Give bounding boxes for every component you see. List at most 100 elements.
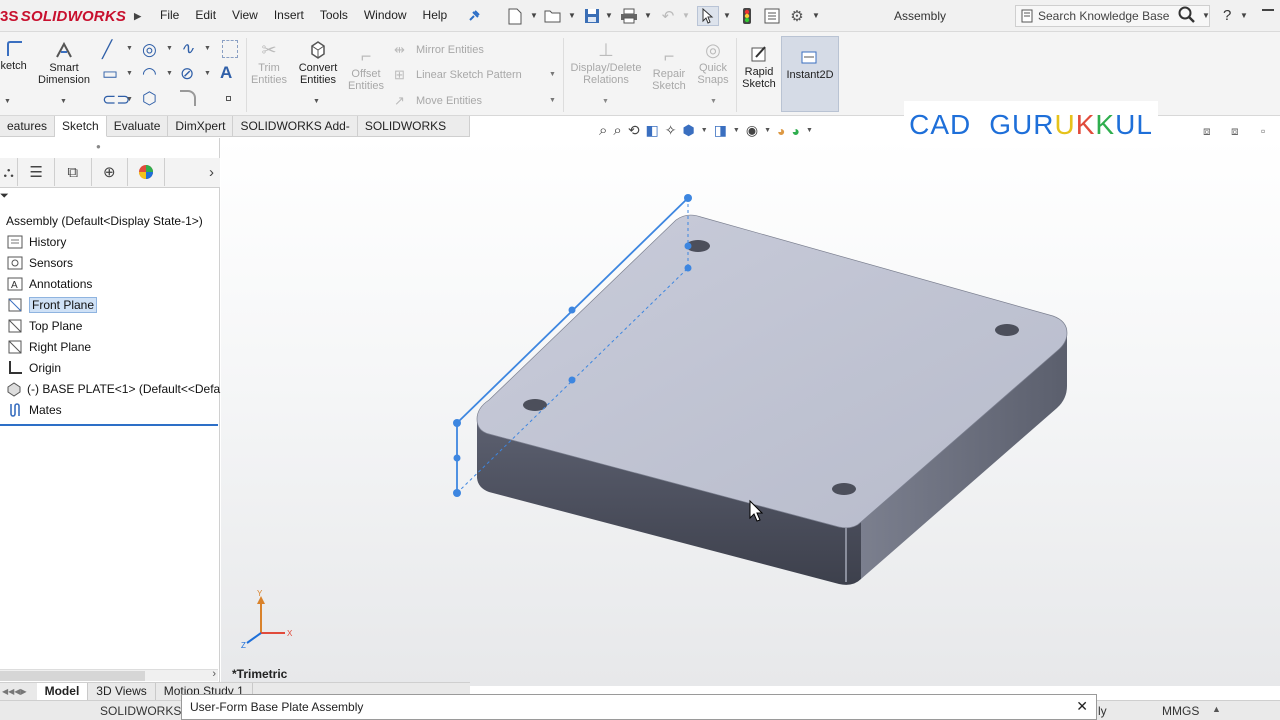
smart-dimension-button[interactable]: Smart Dimension bbox=[36, 40, 92, 86]
trim-entities-button[interactable]: ✂ Trim Entities bbox=[248, 40, 290, 86]
undo-dropdown-icon[interactable]: ▼ bbox=[682, 11, 690, 20]
spline-tool-icon[interactable]: ∿ bbox=[180, 39, 194, 59]
view-orientation-icon[interactable]: ⬢ bbox=[683, 122, 695, 139]
new-document-icon[interactable] bbox=[505, 6, 525, 26]
mirror-entities-button[interactable]: ⇹ Mirror Entities bbox=[394, 42, 484, 58]
dynamic-annotation-icon[interactable]: ✧ bbox=[665, 122, 677, 139]
property-manager-tab-icon[interactable]: ☰ bbox=[18, 158, 55, 186]
tree-item-sensors[interactable]: Sensors bbox=[0, 252, 220, 273]
model-canvas[interactable]: Y X Z bbox=[221, 138, 1280, 686]
panel-grip-icon[interactable]: ● bbox=[96, 142, 101, 151]
tab-solidworks-mbd[interactable]: SOLIDWORKS MBD bbox=[357, 116, 470, 153]
instant2d-button[interactable]: Instant2D bbox=[781, 36, 839, 112]
section-view-icon[interactable]: ◧ bbox=[646, 122, 659, 139]
menu-tools[interactable]: Tools bbox=[320, 8, 348, 22]
tree-item-top-plane[interactable]: Top Plane bbox=[0, 315, 220, 336]
tree-item-base-plate[interactable]: (-) BASE PLATE<1> (Default<<Defa bbox=[0, 378, 220, 399]
solidworks-logo[interactable]: 3S SOLIDWORKS ▶ bbox=[0, 4, 141, 28]
menu-window[interactable]: Window bbox=[364, 8, 407, 22]
user-form-window[interactable]: User-Form Base Plate Assembly ✕ bbox=[181, 694, 1097, 720]
fillet-tool-icon[interactable] bbox=[180, 90, 196, 106]
zoom-to-fit-icon[interactable]: ⌕ bbox=[599, 122, 607, 139]
menu-view[interactable]: View bbox=[232, 8, 258, 22]
text-tool-icon[interactable]: A bbox=[220, 63, 232, 83]
scrollbar-thumb[interactable] bbox=[0, 671, 145, 681]
pin-icon[interactable] bbox=[464, 6, 484, 26]
graphics-area[interactable]: ⌕ ⌕ ⟲ ◧ ✧ ⬢ ▼ ◨ ▼ ◉ ▼ ◕ ◕ ▼ ⧈ ⧈ ▫ Y X Z bbox=[221, 122, 1280, 686]
display-style-dropdown-icon[interactable]: ▼ bbox=[733, 127, 740, 134]
polygon-dropdown-icon[interactable]: ▼ bbox=[204, 70, 211, 77]
line-dropdown-icon[interactable]: ▼ bbox=[126, 45, 133, 52]
view-orientation-dropdown-icon[interactable]: ▼ bbox=[701, 127, 708, 134]
quick-snaps-dropdown-icon[interactable]: ▼ bbox=[710, 98, 717, 105]
configuration-manager-tab-icon[interactable]: ⧉ bbox=[55, 158, 92, 186]
mounting-hole-4[interactable] bbox=[832, 483, 856, 495]
tab-evaluate[interactable]: Evaluate bbox=[106, 116, 169, 137]
tab-solidworks-add-ins[interactable]: SOLIDWORKS Add-Ins bbox=[233, 116, 358, 153]
save-dropdown-icon[interactable]: ▼ bbox=[605, 11, 613, 20]
tree-item-annotations[interactable]: A Annotations bbox=[0, 273, 220, 294]
open-dropdown-icon[interactable]: ▼ bbox=[568, 11, 576, 20]
search-dropdown-icon[interactable]: ▼ bbox=[1202, 11, 1210, 20]
previous-view-icon[interactable]: ⟲ bbox=[628, 122, 640, 139]
hide-show-items-icon[interactable]: ◉ bbox=[746, 122, 758, 139]
units-dropdown-icon[interactable]: ▲ bbox=[1212, 704, 1221, 714]
options-gear-icon[interactable]: ⚙ bbox=[787, 6, 807, 26]
rectangle-dropdown-icon[interactable]: ▼ bbox=[126, 70, 133, 77]
sketch-button[interactable]: Sketch bbox=[0, 40, 32, 72]
units-indicator[interactable]: MMGS bbox=[1162, 704, 1199, 718]
relations-dropdown-icon[interactable]: ▼ bbox=[602, 98, 609, 105]
tree-root-assembly[interactable]: Assembly (Default<Display State-1>) bbox=[0, 210, 220, 231]
arc-tool-icon[interactable]: ◠ bbox=[142, 64, 157, 84]
viewport-maximize-icon[interactable]: ⧈ bbox=[1231, 124, 1239, 139]
open-folder-icon[interactable] bbox=[543, 6, 563, 26]
line-tool-icon[interactable]: ╱ bbox=[102, 40, 112, 60]
circle-tool-icon[interactable]: ◎ bbox=[142, 40, 157, 60]
spline-dropdown-icon[interactable]: ▼ bbox=[204, 45, 211, 52]
repair-sketch-button[interactable]: ⌐ Repair Sketch bbox=[648, 46, 690, 92]
help-icon[interactable]: ? bbox=[1223, 7, 1231, 24]
options-dropdown-icon[interactable]: ▼ bbox=[812, 11, 820, 20]
undo-icon[interactable]: ↶ bbox=[658, 6, 678, 26]
edit-appearance-icon[interactable]: ◕ bbox=[777, 123, 785, 139]
apply-scene-icon[interactable]: ◕ bbox=[791, 123, 799, 139]
display-style-icon[interactable]: ◨ bbox=[714, 122, 727, 139]
menu-edit[interactable]: Edit bbox=[195, 8, 216, 22]
tree-item-origin[interactable]: Origin bbox=[0, 357, 220, 378]
smart-dimension-dropdown-icon[interactable]: ▼ bbox=[60, 98, 67, 105]
tab-3d-views[interactable]: 3D Views bbox=[88, 683, 156, 700]
polygon-tool-icon[interactable]: ⊘ bbox=[180, 64, 194, 84]
rapid-sketch-button[interactable]: Rapid Sketch bbox=[738, 44, 780, 90]
circle-dropdown-icon[interactable]: ▼ bbox=[166, 45, 173, 52]
hexagon-tool-icon[interactable]: ⬡ bbox=[142, 89, 157, 109]
minimize-icon[interactable] bbox=[1262, 9, 1274, 11]
viewport-close-icon[interactable]: ▫ bbox=[1261, 124, 1265, 138]
rollback-bar[interactable] bbox=[0, 424, 218, 426]
arc-dropdown-icon[interactable]: ▼ bbox=[166, 70, 173, 77]
linear-sketch-pattern-button[interactable]: ⊞ Linear Sketch Pattern bbox=[394, 67, 522, 83]
filter-icon[interactable]: ⏷ bbox=[0, 190, 9, 203]
linear-pattern-dropdown-icon[interactable]: ▼ bbox=[549, 71, 556, 78]
tree-item-right-plane[interactable]: Right Plane bbox=[0, 336, 220, 357]
feature-manager-tab-icon[interactable]: ⛬ bbox=[0, 158, 19, 186]
viewport-split-icon[interactable]: ⧈ bbox=[1203, 124, 1211, 139]
dimxpert-manager-tab-icon[interactable]: ⊕ bbox=[92, 158, 129, 186]
menu-file[interactable]: File bbox=[160, 8, 179, 22]
logo-expand-arrow-icon[interactable]: ▶ bbox=[134, 11, 141, 22]
zoom-to-area-icon[interactable]: ⌕ bbox=[613, 122, 621, 139]
display-manager-tab-icon[interactable] bbox=[128, 158, 165, 186]
move-entities-button[interactable]: ↗ Move Entities bbox=[394, 93, 482, 109]
tab-model[interactable]: Model bbox=[36, 683, 89, 700]
tree-item-front-plane[interactable]: Front Plane bbox=[0, 294, 220, 315]
tab-scroll-arrows-icon[interactable]: ◀◀◀▶ bbox=[2, 687, 27, 696]
slot-dropdown-icon[interactable]: ▼ bbox=[126, 96, 133, 103]
tab-sketch[interactable]: Sketch bbox=[55, 116, 107, 137]
tab-features[interactable]: eatures bbox=[0, 116, 56, 137]
point-tool-icon[interactable] bbox=[226, 96, 231, 101]
display-delete-relations-button[interactable]: ⊥ Display/Delete Relations bbox=[566, 40, 646, 86]
quick-snaps-button[interactable]: ◎ Quick Snaps bbox=[692, 40, 734, 86]
apply-scene-dropdown-icon[interactable]: ▼ bbox=[806, 127, 813, 134]
help-dropdown-icon[interactable]: ▼ bbox=[1240, 11, 1248, 20]
sketch-dropdown-icon[interactable]: ▼ bbox=[4, 98, 11, 105]
rectangle-tool-icon[interactable]: ▭ bbox=[102, 64, 118, 84]
